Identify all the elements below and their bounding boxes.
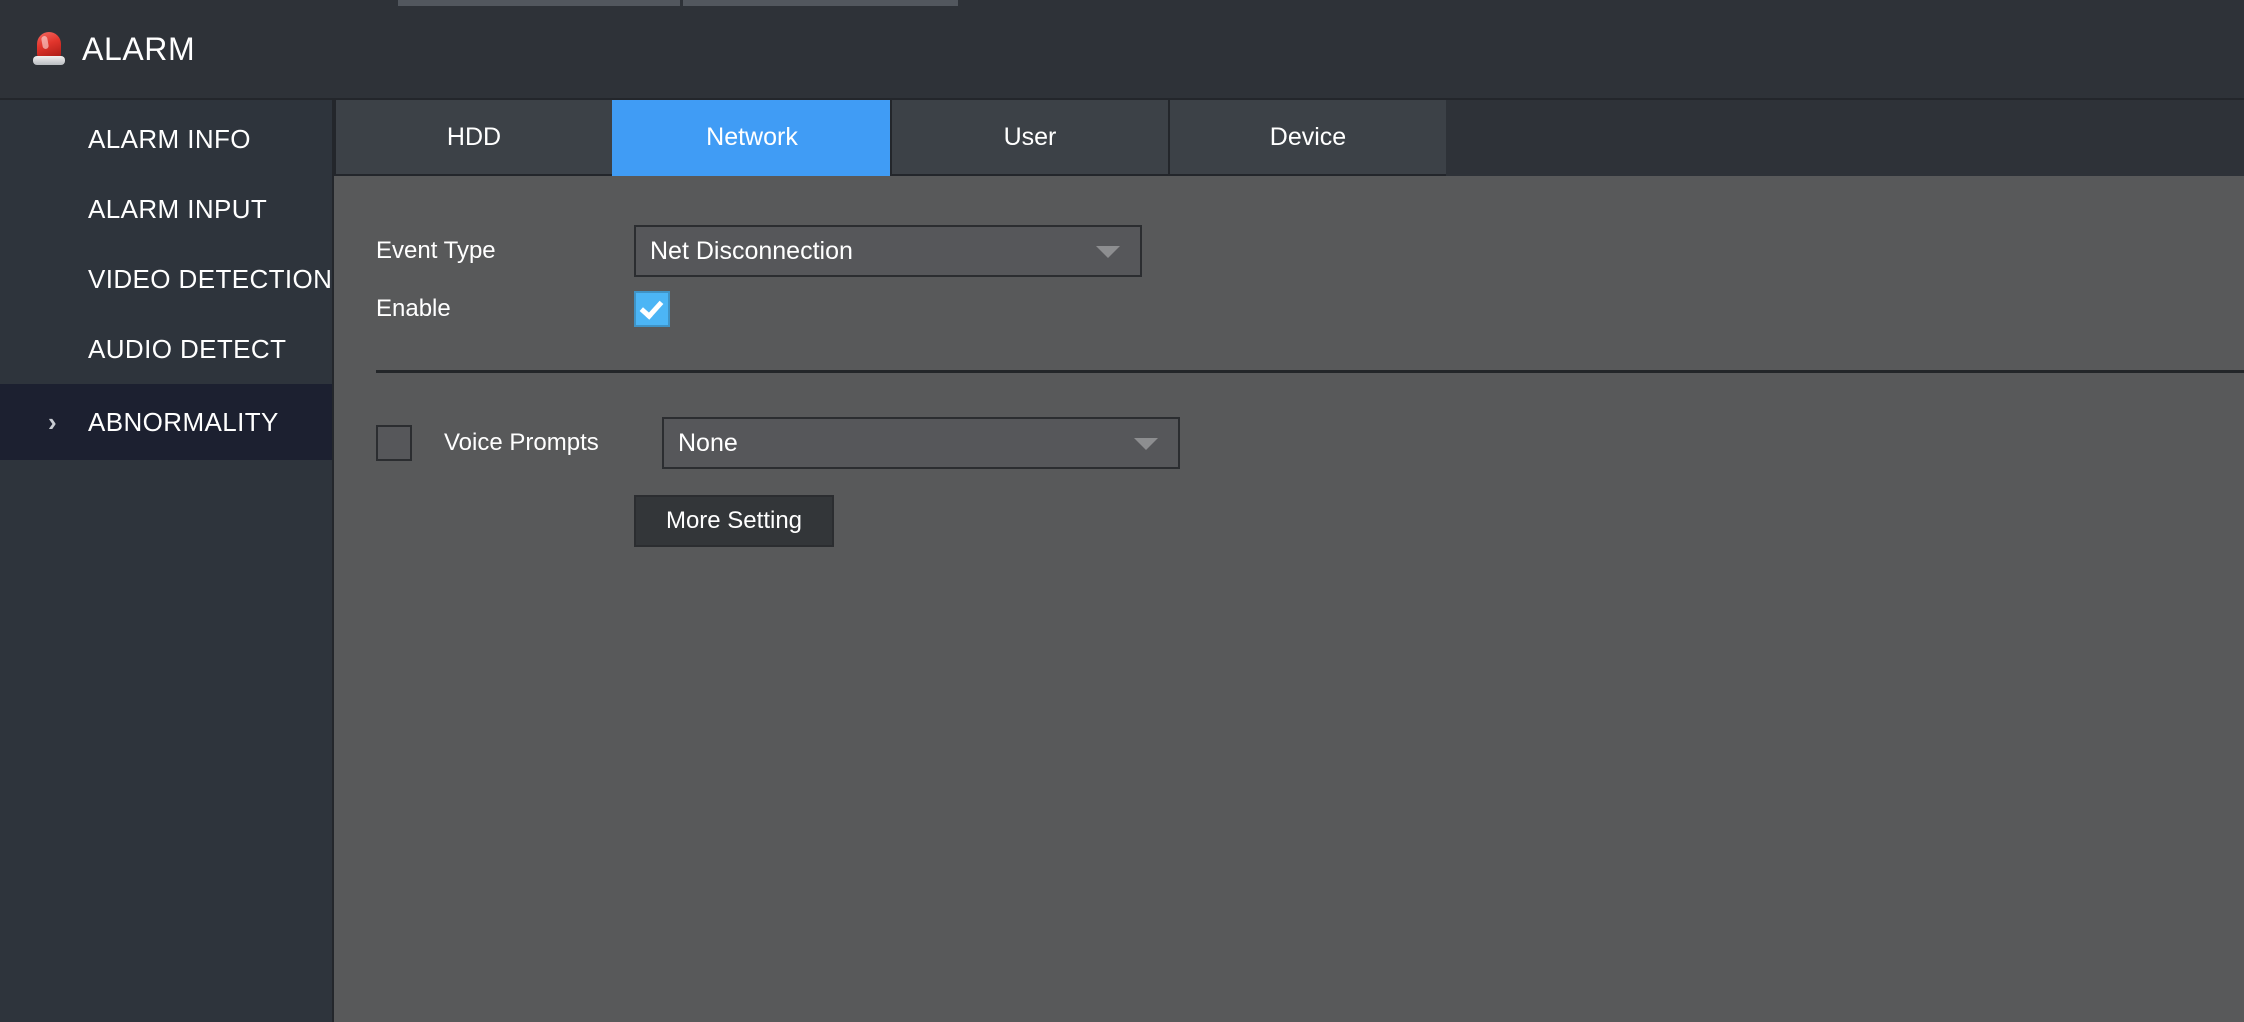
sidebar-item-alarm-input[interactable]: ALARM INPUT bbox=[0, 174, 332, 244]
alarm-settings-window: ALARM ALARM INFO ALARM INPUT VIDEO DETEC… bbox=[0, 0, 2244, 1022]
tab-user[interactable]: User bbox=[890, 100, 1170, 176]
tab-network[interactable]: Network bbox=[612, 100, 892, 176]
alarm-siren-icon bbox=[32, 30, 66, 68]
siren-base bbox=[33, 56, 65, 65]
chevron-down-icon bbox=[1134, 438, 1158, 450]
page-title: ALARM bbox=[82, 31, 196, 67]
tab-label: Device bbox=[1269, 122, 1347, 151]
event-type-dropdown[interactable]: Net Disconnection bbox=[634, 225, 1142, 277]
siren-dome bbox=[37, 32, 61, 58]
chevron-right-icon: › bbox=[48, 407, 57, 437]
body-container: ALARM INFO ALARM INPUT VIDEO DETECTION A… bbox=[0, 100, 2244, 1022]
settings-panel: Event Type Net Disconnection Enable Voic… bbox=[334, 176, 2244, 1022]
tab-hdd[interactable]: HDD bbox=[334, 100, 614, 176]
app-header: ALARM bbox=[0, 0, 2244, 100]
sidebar-item-alarm-info[interactable]: ALARM INFO bbox=[0, 104, 332, 174]
sidebar-item-video-detection[interactable]: VIDEO DETECTION bbox=[0, 244, 332, 314]
enable-row: Enable bbox=[376, 280, 2244, 338]
enable-checkbox[interactable] bbox=[634, 291, 670, 327]
event-type-label: Event Type bbox=[376, 237, 496, 264]
top-strip-segment-2 bbox=[683, 0, 958, 6]
window-top-strip bbox=[0, 0, 2244, 6]
top-strip-segment-1 bbox=[398, 0, 680, 6]
tab-device[interactable]: Device bbox=[1168, 100, 1448, 176]
tab-label: Network bbox=[706, 122, 798, 151]
voice-prompts-row: Voice Prompts None bbox=[376, 417, 2244, 469]
voice-prompts-label: Voice Prompts bbox=[444, 429, 599, 456]
sidebar-item-audio-detect[interactable]: AUDIO DETECT bbox=[0, 314, 332, 384]
check-icon bbox=[639, 295, 664, 320]
event-type-row: Event Type Net Disconnection bbox=[376, 222, 2244, 280]
sidebar-item-label: VIDEO DETECTION bbox=[88, 263, 333, 294]
tab-bar: HDD Network User Device bbox=[334, 100, 2244, 176]
voice-prompts-value: None bbox=[678, 428, 738, 457]
more-setting-button[interactable]: More Setting bbox=[634, 495, 834, 547]
voice-prompts-checkbox[interactable] bbox=[376, 425, 412, 461]
enable-label: Enable bbox=[376, 295, 451, 322]
sidebar-item-label: ABNORMALITY bbox=[88, 406, 279, 437]
tab-label: HDD bbox=[446, 122, 502, 151]
sidebar-item-abnormality[interactable]: › ABNORMALITY bbox=[0, 384, 332, 460]
section-divider bbox=[376, 370, 2244, 373]
event-type-value: Net Disconnection bbox=[650, 236, 853, 265]
sidebar: ALARM INFO ALARM INPUT VIDEO DETECTION A… bbox=[0, 100, 334, 1022]
sidebar-item-label: AUDIO DETECT bbox=[88, 333, 287, 364]
tab-label: User bbox=[1003, 122, 1057, 151]
voice-prompts-dropdown[interactable]: None bbox=[662, 417, 1180, 469]
more-setting-label: More Setting bbox=[665, 507, 803, 534]
chevron-down-icon bbox=[1096, 246, 1120, 258]
sidebar-item-label: ALARM INFO bbox=[88, 123, 251, 154]
content-area: HDD Network User Device Event Type Net D bbox=[334, 100, 2244, 1022]
sidebar-item-label: ALARM INPUT bbox=[88, 193, 268, 224]
tab-bar-spacer bbox=[1446, 100, 2244, 176]
